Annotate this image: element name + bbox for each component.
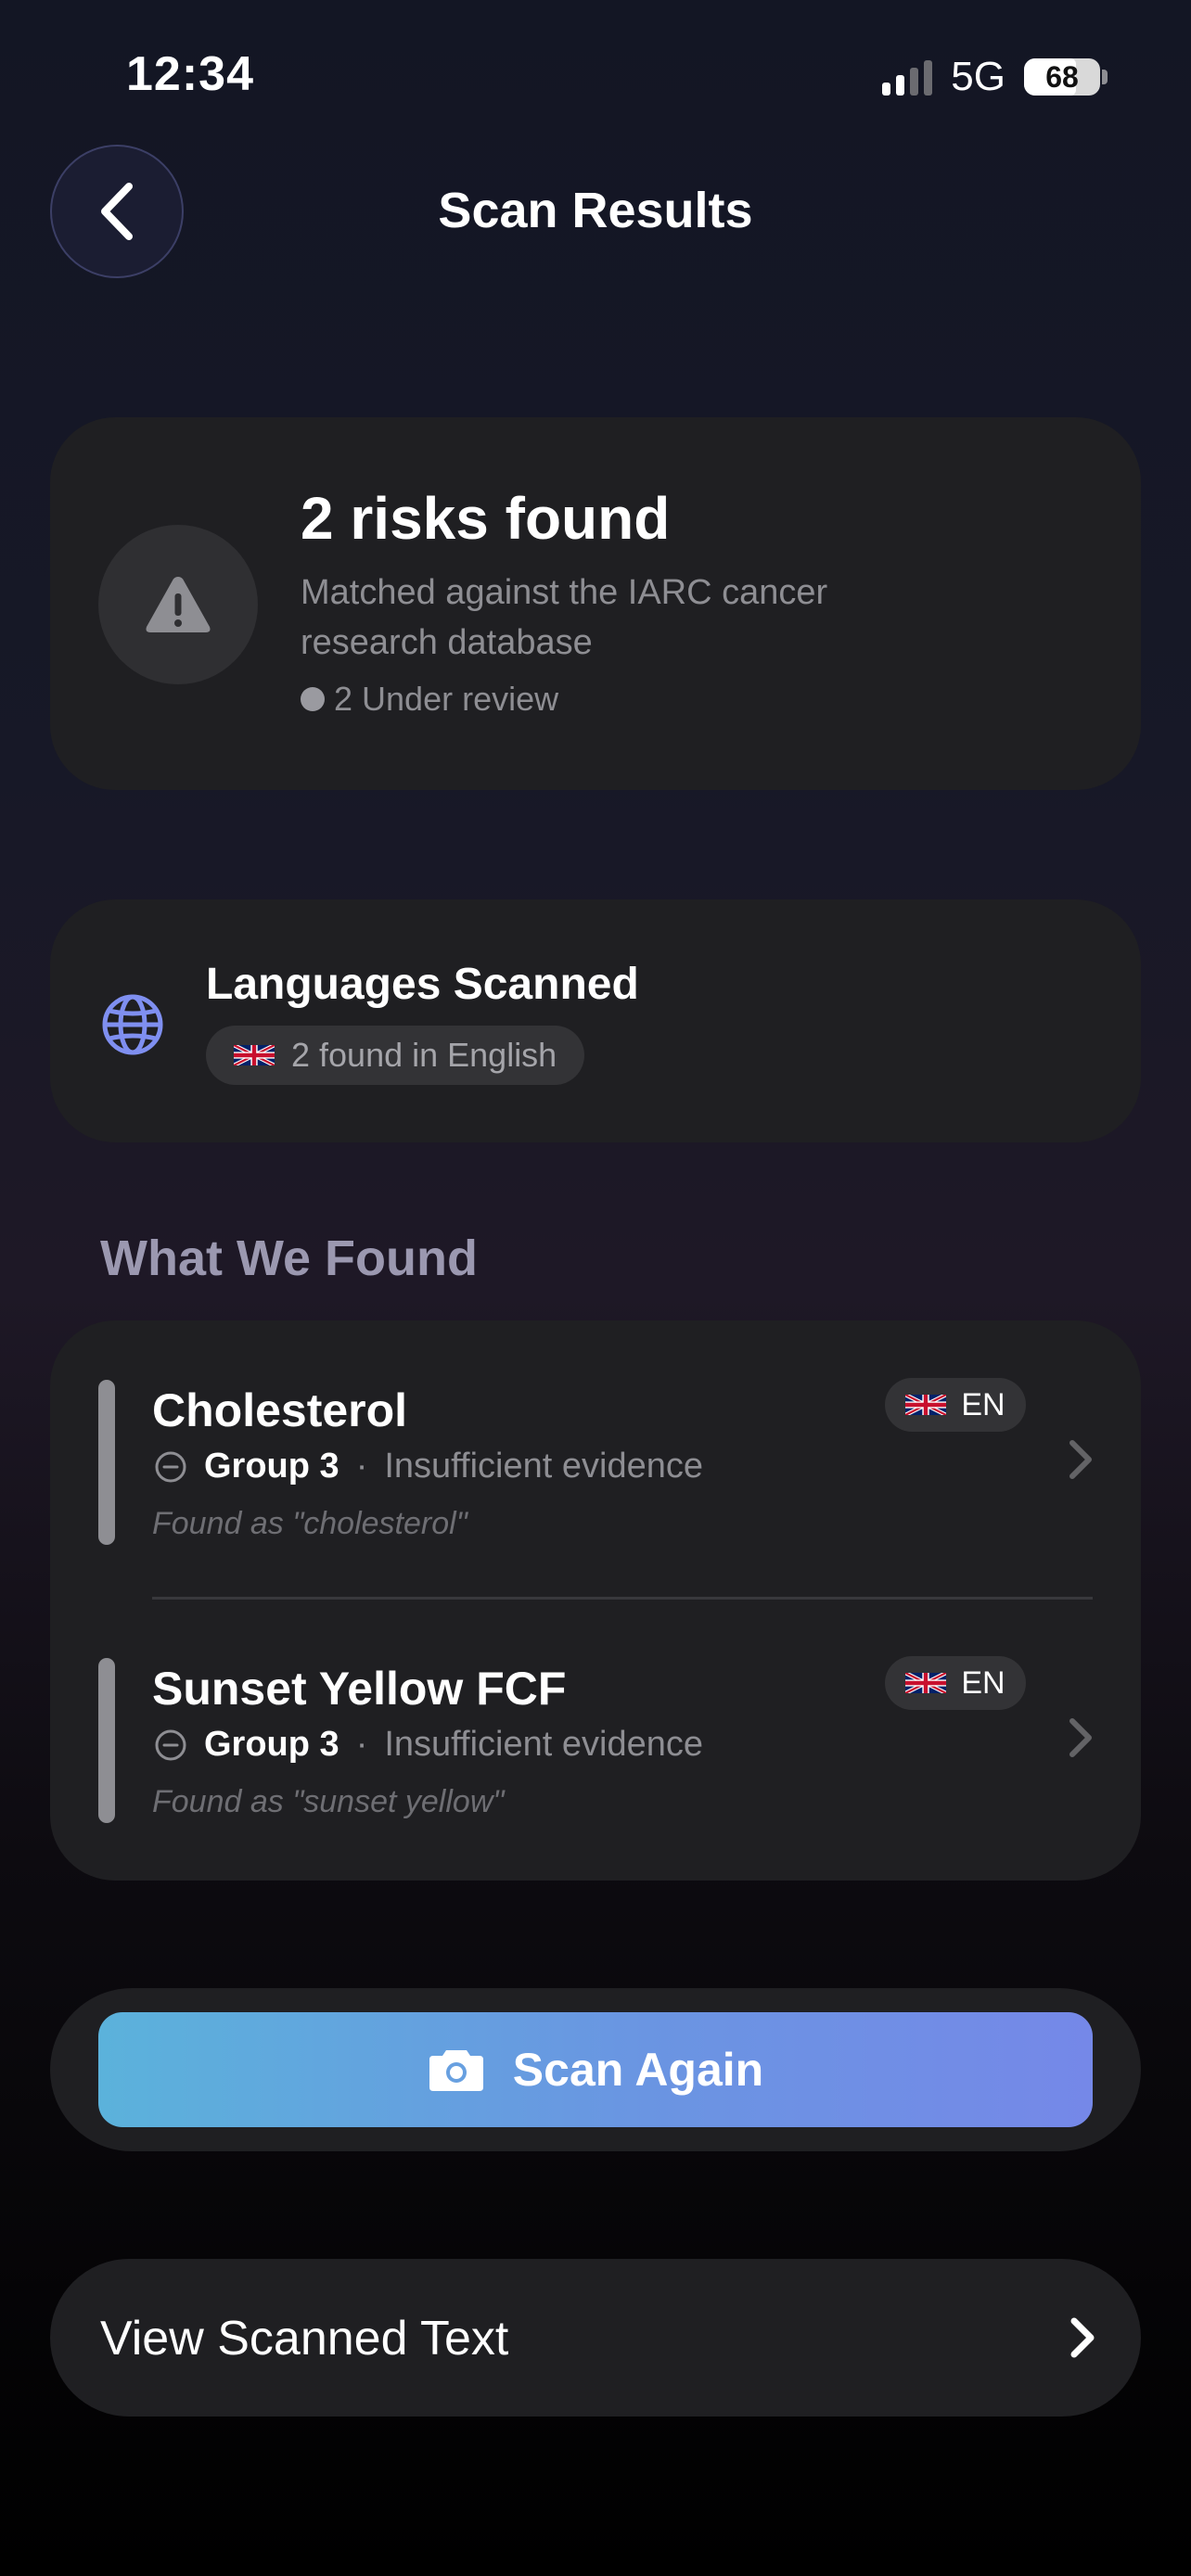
uk-flag-icon: [234, 1045, 275, 1065]
chevron-right-icon: [1069, 1440, 1092, 1479]
scan-again-label: Scan Again: [512, 2044, 764, 2096]
chevron-right-icon: [1069, 1718, 1092, 1757]
item-group: Group 3: [204, 1725, 339, 1764]
divider: [152, 1597, 1093, 1600]
warning-icon-wrap: [98, 525, 258, 684]
language-badge: EN: [885, 1378, 1026, 1432]
battery-level: 68: [1045, 59, 1079, 94]
item-meta: Group 3 · Insufficient evidence: [154, 1447, 703, 1486]
minus-circle-icon: [155, 1729, 186, 1760]
item-found-as: Found as "cholesterol": [152, 1506, 467, 1541]
risk-count-title: 2 risks found: [301, 485, 671, 552]
item-evidence: Insufficient evidence: [384, 1725, 703, 1764]
page-title: Scan Results: [438, 183, 753, 238]
list-item[interactable]: Sunset Yellow FCF EN Group 3 · Insuffici…: [50, 1600, 1141, 1879]
chevron-right-icon: [1070, 2317, 1095, 2358]
status-indicators: 5G 68: [882, 54, 1108, 100]
language-code: EN: [961, 1386, 1005, 1422]
scan-again-button[interactable]: Scan Again: [98, 2012, 1093, 2127]
scan-again-container: Scan Again: [50, 1988, 1141, 2151]
globe-icon: [102, 994, 163, 1055]
languages-card: Languages Scanned 2 found in English: [50, 899, 1141, 1142]
minus-circle-icon: [155, 1451, 186, 1482]
item-found-as: Found as "sunset yellow": [152, 1784, 505, 1819]
item-name: Cholesterol: [152, 1384, 408, 1436]
warning-icon: [146, 577, 211, 632]
camera-icon: [429, 2050, 483, 2091]
list-item[interactable]: Cholesterol EN Group 3 · Insufficient ev…: [50, 1320, 1141, 1600]
found-list: Cholesterol EN Group 3 · Insufficient ev…: [50, 1320, 1141, 1881]
network-label: 5G: [951, 54, 1005, 99]
section-title: What We Found: [100, 1231, 478, 1286]
item-name: Sunset Yellow FCF: [152, 1663, 567, 1715]
signal-icon: [882, 58, 933, 96]
uk-flag-icon: [905, 1673, 947, 1693]
severity-bar: [98, 1380, 115, 1545]
risk-summary-card: 2 risks found Matched against the IARC c…: [50, 417, 1141, 790]
languages-title: Languages Scanned: [206, 960, 639, 1009]
view-scanned-text-button[interactable]: View Scanned Text: [50, 2259, 1141, 2417]
status-time: 12:34: [126, 47, 254, 101]
language-pill: 2 found in English: [206, 1026, 585, 1085]
language-badge: EN: [885, 1656, 1026, 1710]
separator-dot: ·: [355, 1725, 368, 1764]
language-pill-label: 2 found in English: [291, 1036, 557, 1074]
battery-icon: 68: [1024, 58, 1100, 96]
uk-flag-icon: [905, 1395, 947, 1415]
language-code: EN: [961, 1664, 1005, 1701]
severity-bar: [98, 1658, 115, 1823]
item-group: Group 3: [204, 1447, 339, 1486]
item-evidence: Insufficient evidence: [384, 1447, 703, 1486]
review-status: 2 Under review: [301, 680, 558, 719]
status-dot-icon: [301, 687, 325, 711]
view-scanned-text-label: View Scanned Text: [100, 2312, 509, 2366]
item-meta: Group 3 · Insufficient evidence: [154, 1725, 703, 1765]
separator-dot: ·: [355, 1447, 368, 1486]
risk-subtitle: Matched against the IARC cancer research…: [301, 573, 828, 662]
review-status-label: 2 Under review: [334, 680, 559, 718]
